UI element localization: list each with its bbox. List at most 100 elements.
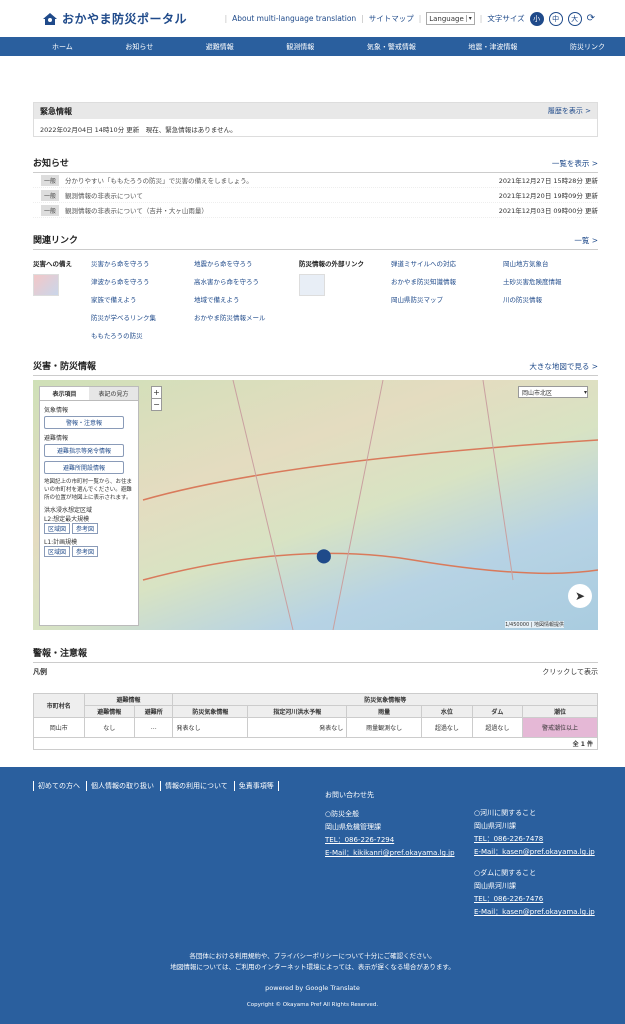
powered-by[interactable]: powered by Google Translate bbox=[0, 984, 625, 992]
map-view[interactable]: 表示項目 表記の見方 気象情報 警報・注意報 避難情報 避難指示等発令情報 避難所… bbox=[33, 380, 598, 630]
warnings-table: 市町村名 避難情報 防災気象情報等 避難情報 避難所 防災気象情報 指定河川洪水予報 雨量水… bbox=[33, 693, 598, 750]
zoom-in-icon[interactable]: + bbox=[152, 387, 161, 398]
logo-text: おかやま防災ポータル bbox=[62, 12, 188, 26]
contact-river: ○河川に関すること bbox=[474, 809, 537, 817]
area-map-button[interactable]: 区域図 bbox=[44, 523, 71, 534]
link-item[interactable]: 弾道ミサイルへの対応 bbox=[391, 258, 503, 268]
contact-mail[interactable]: E-Mail：kasen@pref.okayama.lg.jp bbox=[474, 906, 595, 919]
city-select-value: 岡山市北区 bbox=[522, 389, 553, 397]
legend-toggle[interactable]: クリックして表示 bbox=[542, 667, 598, 677]
language-select[interactable]: Language ▾ bbox=[426, 12, 475, 25]
font-medium-button[interactable]: 中 bbox=[548, 11, 563, 26]
link-item[interactable]: ももたろうの防災 bbox=[91, 330, 194, 340]
link-item[interactable]: 災害から命を守ろう bbox=[91, 258, 194, 268]
locate-icon[interactable]: ➤ bbox=[568, 584, 592, 608]
font-large-button[interactable]: 大 bbox=[567, 11, 582, 26]
cell-rain: 雨量観測なし bbox=[346, 717, 423, 738]
link-item[interactable]: 川の防災情報 bbox=[503, 294, 562, 304]
emergency-title: 緊急情報 bbox=[40, 106, 72, 116]
th-wx: 防災気象情報 bbox=[172, 705, 249, 718]
cell-place: … bbox=[134, 717, 174, 738]
font-small-button[interactable]: 小 bbox=[529, 11, 544, 26]
cell-city[interactable]: 岡山市 bbox=[33, 717, 85, 738]
news-date: 2021年12月27日 15時28分 更新 bbox=[498, 177, 598, 185]
prepare-image bbox=[33, 274, 59, 296]
footer: 初めての方へ 個人情報の取り扱い 情報の利用について 免責事項等 お問い合わせ先… bbox=[0, 767, 625, 1024]
footer-link[interactable]: 情報の利用について bbox=[160, 781, 228, 791]
contact-tel[interactable]: TEL：086-226-7476 bbox=[474, 893, 595, 906]
warning-button[interactable]: 警報・注意報 bbox=[44, 416, 124, 429]
emergency-box: 緊急情報 履歴を表示 > 2022年02月04日 14時10分 更新 現在、緊急… bbox=[33, 102, 598, 137]
link-item[interactable]: 津波から命を守ろう bbox=[91, 276, 194, 286]
main-nav: ホーム お知らせ 避難情報 観測情報 気象・警戒情報 地震・津波情報 防災リンク bbox=[0, 37, 625, 56]
nav-evacuation[interactable]: 避難情報 bbox=[206, 42, 234, 52]
l2-label: L2:想定最大規模 bbox=[44, 516, 90, 523]
footer-link[interactable]: 初めての方へ bbox=[33, 781, 80, 791]
nav-weather[interactable]: 気象・警戒情報 bbox=[367, 42, 416, 52]
nav-links[interactable]: 防災リンク bbox=[570, 42, 605, 52]
map-pin-icon[interactable]: ⬤ bbox=[316, 548, 332, 564]
contact-mail[interactable]: E-Mail：kasen@pref.okayama.lg.jp bbox=[474, 846, 595, 859]
multilang-link[interactable]: About multi-language translation bbox=[232, 14, 356, 23]
font-size-label: 文字サイズ bbox=[487, 14, 525, 23]
evac-order-button[interactable]: 避難指示等発令情報 bbox=[44, 444, 124, 457]
link-item[interactable]: 岡山県防災マップ bbox=[391, 294, 503, 304]
nav-earthquake[interactable]: 地震・津波情報 bbox=[468, 42, 517, 52]
link-item[interactable]: 地震から命を守ろう bbox=[194, 258, 299, 268]
links-title: 関連リンク bbox=[33, 236, 79, 246]
legend-label: 凡例 bbox=[33, 668, 47, 676]
shelter-button[interactable]: 避難所開設情報 bbox=[44, 461, 124, 474]
footer-link[interactable]: 個人情報の取り扱い bbox=[86, 781, 154, 791]
nav-news[interactable]: お知らせ bbox=[125, 42, 153, 52]
table-row[interactable]: 岡山市 なし… 発表なし 発表なし 雨量観測なし 超過なし 超過なし 警戒潮位以上 bbox=[33, 717, 598, 738]
link-item[interactable]: 高水害から命を守ろう bbox=[194, 276, 299, 286]
map-legend-panel: 表示項目 表記の見方 気象情報 警報・注意報 避難情報 避難指示等発令情報 避難所… bbox=[39, 386, 139, 626]
row-count: 全 1 件 bbox=[33, 737, 598, 750]
th-place: 避難所 bbox=[134, 705, 174, 718]
emergency-text: 2022年02月04日 14時10分 更新 現在、緊急情報はありません。 bbox=[34, 119, 597, 136]
nav-home[interactable]: ホーム bbox=[52, 42, 73, 52]
contact-mail[interactable]: E-Mail：kikikanri@pref.okayama.lg.jp bbox=[325, 847, 455, 860]
tab-notation[interactable]: 表記の見方 bbox=[89, 387, 138, 401]
large-map-link[interactable]: 大きな地図で見る > bbox=[529, 361, 598, 372]
links-category-external: 防災情報の外部リンク bbox=[299, 260, 364, 268]
history-link[interactable]: 履歴を表示 > bbox=[548, 106, 591, 116]
zoom-out-icon[interactable]: − bbox=[152, 398, 161, 410]
news-more-link[interactable]: 一覧を表示 > bbox=[552, 158, 598, 169]
news-text[interactable]: 観測情報の非表示について（吉井・大ヶ山雨量） bbox=[65, 205, 499, 215]
link-item[interactable]: 家族で備えよう bbox=[91, 294, 194, 304]
nav-observation[interactable]: 観測情報 bbox=[286, 42, 314, 52]
contact-tel[interactable]: TEL：086-226-7294 bbox=[325, 834, 455, 847]
zoom-control[interactable]: + − bbox=[151, 386, 162, 411]
news-item[interactable]: 一般 観測情報の非表示について 2021年12月20日 19時09分 更新 bbox=[33, 188, 598, 203]
link-item[interactable]: 防災が学べるリンク集 bbox=[91, 312, 194, 322]
area-map-button[interactable]: 区域図 bbox=[44, 546, 71, 557]
related-links: 災害への備え 災害から命を守ろう 津波から命を守ろう 家族で備えよう 防災が学べ… bbox=[33, 258, 598, 340]
news-item[interactable]: 一般 観測情報の非表示について（吉井・大ヶ山雨量） 2021年12月03日 09時0… bbox=[33, 203, 598, 218]
news-text[interactable]: 観測情報の非表示について bbox=[65, 190, 499, 200]
news-text[interactable]: 分かりやすい「ももたろうの防災」で災害の備えをしましょう。 bbox=[65, 175, 499, 185]
th-level: 水位 bbox=[421, 705, 473, 718]
link-item[interactable]: おかやま防災知識情報 bbox=[391, 276, 503, 286]
link-item[interactable]: 岡山地方気象台 bbox=[503, 258, 562, 268]
site-logo[interactable]: おかやま防災ポータル bbox=[42, 10, 187, 27]
l1-label: L1:計画規模 bbox=[44, 539, 78, 546]
th-flood: 指定河川洪水予報 bbox=[247, 705, 348, 718]
footer-link[interactable]: 免責事項等 bbox=[233, 781, 279, 791]
city-select[interactable]: 岡山市北区 ▾ bbox=[518, 386, 588, 398]
chevron-down-icon: ▾ bbox=[465, 15, 472, 22]
sitemap-link[interactable]: サイトマップ bbox=[369, 13, 414, 24]
th-rain: 雨量 bbox=[346, 705, 423, 718]
news-item[interactable]: 一般 分かりやすい「ももたろうの防災」で災害の備えをしましょう。 2021年12月2… bbox=[33, 173, 598, 188]
ref-map-button[interactable]: 参考図 bbox=[72, 546, 99, 557]
link-item[interactable]: 地域で備えよう bbox=[194, 294, 299, 304]
ref-map-button[interactable]: 参考図 bbox=[72, 523, 99, 534]
contact-dept: 岡山県河川課 bbox=[474, 882, 516, 890]
link-item[interactable]: 土砂災害危険度情報 bbox=[503, 276, 562, 286]
tab-display-items[interactable]: 表示項目 bbox=[40, 387, 89, 401]
reload-icon[interactable]: ⟳ bbox=[587, 13, 595, 24]
link-item[interactable]: おかやま防災情報メール bbox=[194, 312, 299, 322]
links-more-link[interactable]: 一覧 > bbox=[574, 235, 598, 246]
news-title: お知らせ bbox=[33, 159, 69, 169]
contact-tel[interactable]: TEL：086-226-7478 bbox=[474, 833, 595, 846]
